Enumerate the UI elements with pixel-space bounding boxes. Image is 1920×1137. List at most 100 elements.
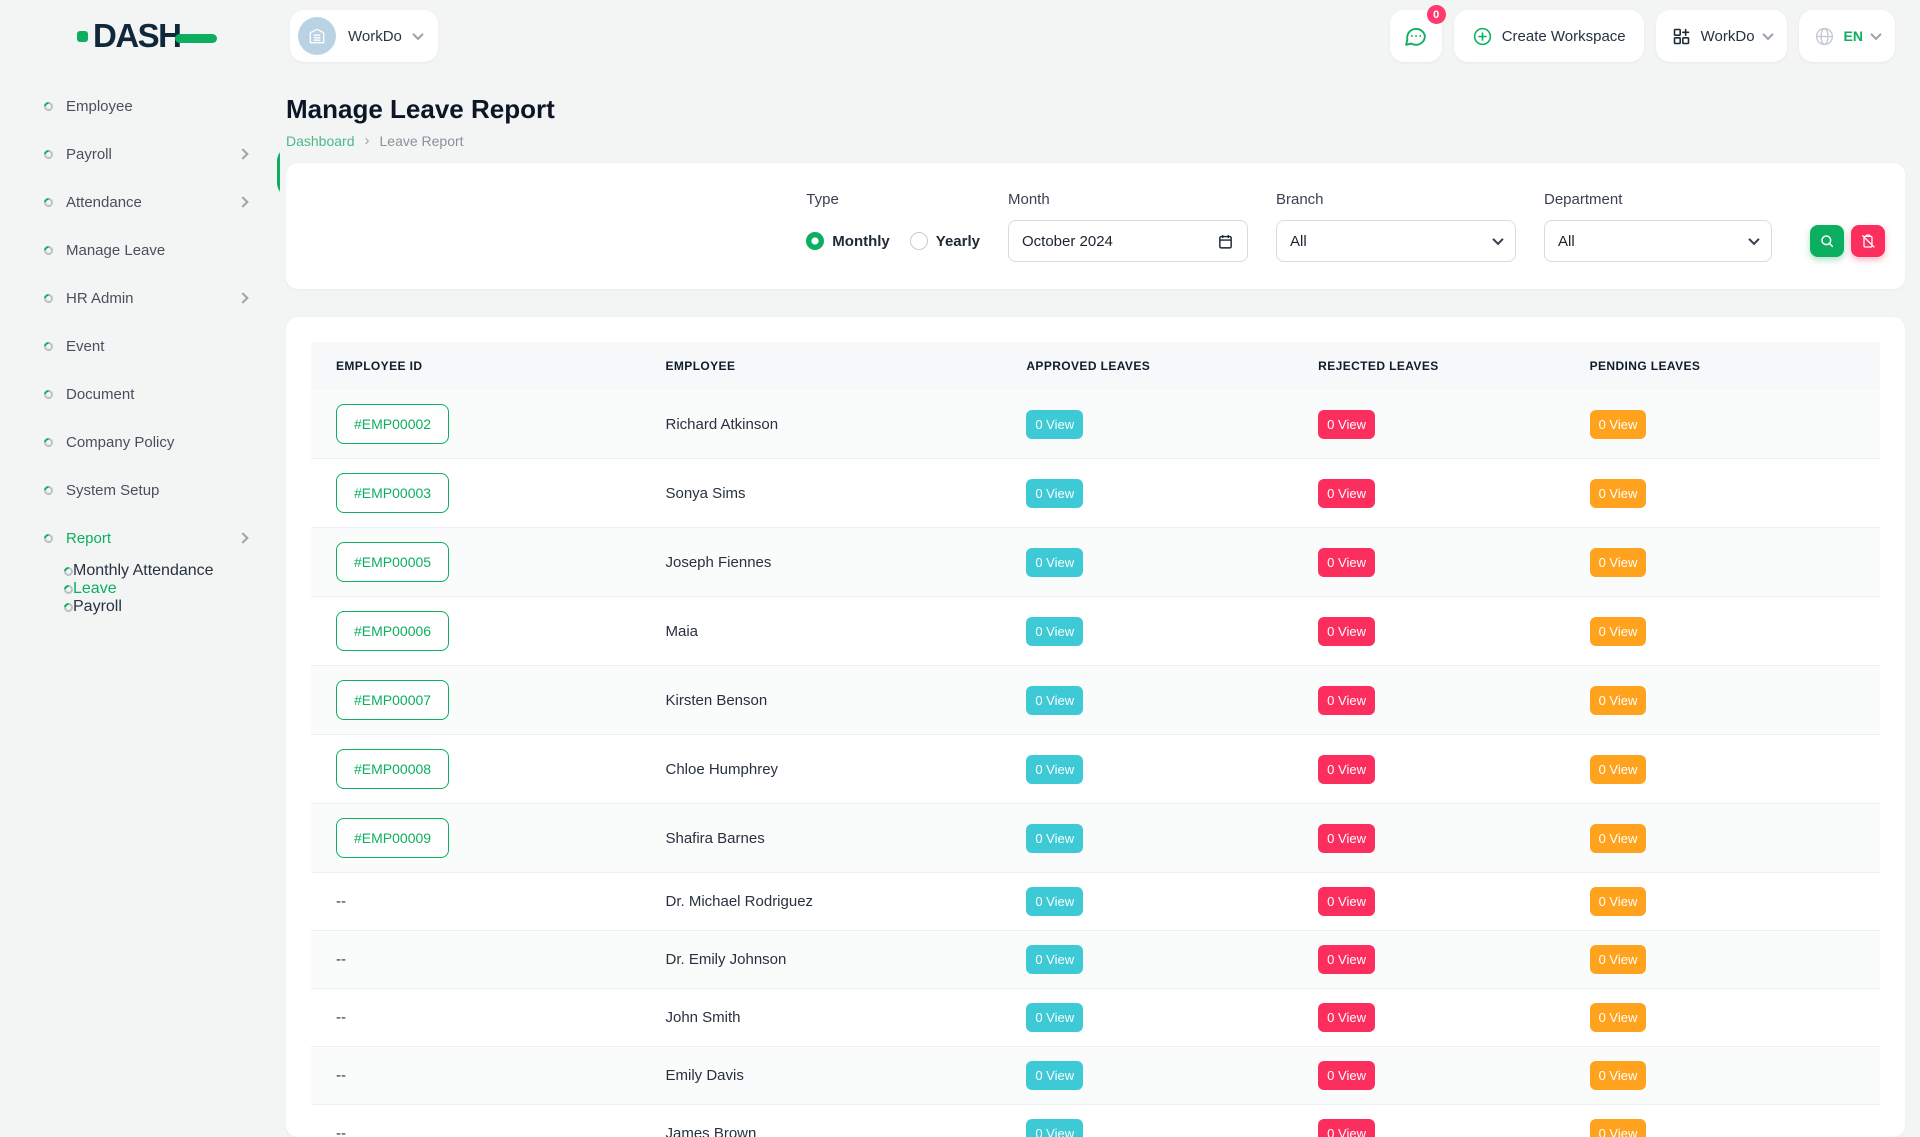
type-radio-monthly[interactable]: Monthly bbox=[806, 232, 890, 250]
approved-leaves-badge[interactable]: 0 View bbox=[1026, 548, 1083, 577]
app-menu-button[interactable]: WorkDo bbox=[1656, 10, 1787, 62]
table-row: #EMP00002Richard Atkinson0 View0 View0 V… bbox=[311, 390, 1880, 459]
pending-leaves-badge[interactable]: 0 View bbox=[1590, 945, 1647, 974]
pending-leaves-badge[interactable]: 0 View bbox=[1590, 548, 1647, 577]
employee-name: Joseph Fiennes bbox=[665, 554, 771, 571]
approved-leaves-badge[interactable]: 0 View bbox=[1026, 755, 1083, 784]
approved-leaves-badge[interactable]: 0 View bbox=[1026, 617, 1083, 646]
sidebar-item-company-policy[interactable]: Company Policy bbox=[25, 418, 257, 466]
rejected-leaves-badge[interactable]: 0 View bbox=[1318, 479, 1375, 508]
pending-leaves-badge[interactable]: 0 View bbox=[1590, 1119, 1647, 1137]
sidebar-item-event[interactable]: Event bbox=[25, 322, 257, 370]
chevron-down-icon bbox=[412, 29, 423, 40]
employee-id-button[interactable]: #EMP00006 bbox=[336, 611, 449, 651]
type-radio-yearly[interactable]: Yearly bbox=[910, 232, 980, 250]
sidebar-item-employee[interactable]: Employee bbox=[25, 82, 257, 130]
sidebar-item-label: Manage Leave bbox=[66, 242, 165, 259]
rejected-leaves-badge[interactable]: 0 View bbox=[1318, 887, 1375, 916]
sidebar-item-leave[interactable]: Leave bbox=[25, 580, 280, 598]
approved-leaves-badge[interactable]: 0 View bbox=[1026, 1061, 1083, 1090]
approved-leaves-badge[interactable]: 0 View bbox=[1026, 824, 1083, 853]
department-select[interactable]: All bbox=[1544, 220, 1772, 262]
pending-leaves-badge[interactable]: 0 View bbox=[1590, 686, 1647, 715]
table-row: #EMP00006Maia0 View0 View0 View bbox=[311, 597, 1880, 666]
calendar-icon[interactable] bbox=[1217, 233, 1234, 250]
rejected-leaves-badge[interactable]: 0 View bbox=[1318, 617, 1375, 646]
chevron-down-icon bbox=[1748, 234, 1759, 245]
sidebar-item-monthly-attendance[interactable]: Monthly Attendance bbox=[25, 562, 280, 580]
pending-leaves-badge[interactable]: 0 View bbox=[1590, 824, 1647, 853]
sidebar-item-system-setup[interactable]: System Setup bbox=[25, 466, 257, 514]
employee-id-button[interactable]: #EMP00007 bbox=[336, 680, 449, 720]
sidebar: RetainerInvoicePurchasesProjectsAccounti… bbox=[0, 72, 280, 1080]
sidebar-item-hrm[interactable]: HRM bbox=[277, 147, 280, 197]
approved-leaves-badge[interactable]: 0 View bbox=[1026, 686, 1083, 715]
grid-plus-icon bbox=[1671, 26, 1692, 47]
employee-id-button[interactable]: #EMP00002 bbox=[336, 404, 449, 444]
rejected-leaves-badge[interactable]: 0 View bbox=[1318, 755, 1375, 784]
sidebar-item-payroll[interactable]: Payroll bbox=[25, 598, 280, 616]
chevron-down-icon bbox=[1870, 29, 1881, 40]
sidebar-item-report[interactable]: Report bbox=[25, 514, 257, 562]
breadcrumb-dashboard-link[interactable]: Dashboard bbox=[286, 133, 355, 149]
pending-leaves-badge[interactable]: 0 View bbox=[1590, 1003, 1647, 1032]
logo-text: DASH bbox=[93, 17, 181, 55]
workspace-switcher[interactable]: WorkDo bbox=[290, 10, 438, 62]
messages-button[interactable]: 0 bbox=[1390, 10, 1442, 62]
search-button[interactable] bbox=[1810, 225, 1844, 257]
pending-leaves-badge[interactable]: 0 View bbox=[1590, 617, 1647, 646]
rejected-leaves-badge[interactable]: 0 View bbox=[1318, 824, 1375, 853]
dash-logo[interactable]: DASH bbox=[77, 17, 252, 55]
create-workspace-button[interactable]: Create Workspace bbox=[1454, 10, 1644, 62]
pending-leaves-badge[interactable]: 0 View bbox=[1590, 755, 1647, 784]
sidebar-item-label: Monthly Attendance bbox=[73, 562, 214, 580]
employee-id-button[interactable]: #EMP00008 bbox=[336, 749, 449, 789]
rejected-leaves-badge[interactable]: 0 View bbox=[1318, 1003, 1375, 1032]
sidebar-nav: RetainerInvoicePurchasesProjectsAccounti… bbox=[25, 82, 280, 616]
month-input[interactable] bbox=[1022, 233, 1172, 250]
column-header-rejected-leaves: REJECTED LEAVES bbox=[1293, 342, 1564, 390]
employee-id-button[interactable]: #EMP00003 bbox=[336, 473, 449, 513]
approved-leaves-badge[interactable]: 0 View bbox=[1026, 945, 1083, 974]
donut-bullet-icon bbox=[42, 292, 55, 305]
approved-leaves-badge[interactable]: 0 View bbox=[1026, 479, 1083, 508]
create-workspace-label: Create Workspace bbox=[1502, 28, 1626, 45]
reset-button[interactable] bbox=[1851, 225, 1885, 257]
sidebar-item-manage-leave[interactable]: Manage Leave bbox=[25, 226, 257, 274]
approved-leaves-badge[interactable]: 0 View bbox=[1026, 1119, 1083, 1137]
sidebar-item-document[interactable]: Document bbox=[25, 370, 257, 418]
employee-name: Sonya Sims bbox=[665, 485, 745, 502]
sidebar-item-label: Attendance bbox=[66, 194, 142, 211]
approved-leaves-badge[interactable]: 0 View bbox=[1026, 410, 1083, 439]
topbar: DASH WorkDo 0 Create Workspace WorkDo EN bbox=[0, 0, 1920, 72]
chevron-right-icon bbox=[237, 148, 248, 159]
sidebar-item-attendance[interactable]: Attendance bbox=[25, 178, 257, 226]
radio-label: Monthly bbox=[832, 233, 890, 250]
rejected-leaves-badge[interactable]: 0 View bbox=[1318, 945, 1375, 974]
pending-leaves-badge[interactable]: 0 View bbox=[1590, 410, 1647, 439]
rejected-leaves-badge[interactable]: 0 View bbox=[1318, 1061, 1375, 1090]
sidebar-item-hr-admin[interactable]: HR Admin bbox=[25, 274, 257, 322]
approved-leaves-badge[interactable]: 0 View bbox=[1026, 1003, 1083, 1032]
employee-id-empty: -- bbox=[336, 1125, 346, 1137]
pending-leaves-badge[interactable]: 0 View bbox=[1590, 887, 1647, 916]
branch-select[interactable]: All bbox=[1276, 220, 1516, 262]
employee-id-button[interactable]: #EMP00005 bbox=[336, 542, 449, 582]
pending-leaves-badge[interactable]: 0 View bbox=[1590, 1061, 1647, 1090]
pending-leaves-badge[interactable]: 0 View bbox=[1590, 479, 1647, 508]
rejected-leaves-badge[interactable]: 0 View bbox=[1318, 686, 1375, 715]
sidebar-item-payroll[interactable]: Payroll bbox=[25, 130, 257, 178]
rejected-leaves-badge[interactable]: 0 View bbox=[1318, 1119, 1375, 1137]
employee-name: Kirsten Benson bbox=[665, 692, 767, 709]
sidebar-item-label: Leave bbox=[73, 580, 117, 598]
topbar-actions: 0 Create Workspace WorkDo EN bbox=[1390, 10, 1895, 62]
rejected-leaves-badge[interactable]: 0 View bbox=[1318, 548, 1375, 577]
language-selector[interactable]: EN bbox=[1799, 10, 1895, 62]
employee-id-button[interactable]: #EMP00009 bbox=[336, 818, 449, 858]
rejected-leaves-badge[interactable]: 0 View bbox=[1318, 410, 1375, 439]
type-filter-group: Type MonthlyYearly bbox=[806, 191, 980, 262]
employee-name: Dr. Emily Johnson bbox=[665, 951, 786, 968]
approved-leaves-badge[interactable]: 0 View bbox=[1026, 887, 1083, 916]
workspace-name: WorkDo bbox=[348, 28, 402, 45]
sidebar-item-label: Payroll bbox=[66, 146, 112, 163]
